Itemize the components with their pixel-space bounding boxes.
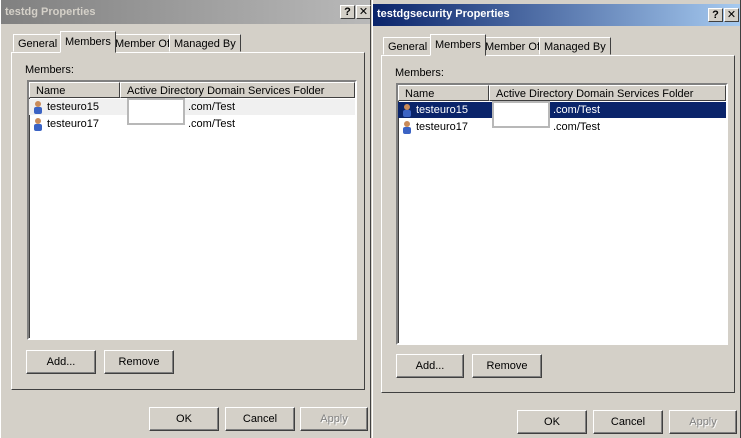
close-icon[interactable]: ✕ <box>724 8 739 22</box>
user-icon <box>403 104 411 117</box>
remove-button[interactable]: Remove <box>104 350 174 374</box>
cancel-button[interactable]: Cancel <box>225 407 295 431</box>
member-folder: .com/Test <box>188 101 236 113</box>
members-list[interactable]: Name Active Directory Domain Services Fo… <box>27 80 357 340</box>
list-body: testeuro15 .com/Test testeuro17 .com/Tes… <box>29 98 355 338</box>
ok-button[interactable]: OK <box>517 410 587 434</box>
title-bar[interactable]: testdg Properties <box>1 0 370 24</box>
help-icon[interactable]: ? <box>340 5 355 19</box>
member-name: testeuro17 <box>416 121 468 133</box>
column-header-name[interactable]: Name <box>29 82 120 98</box>
member-name-cell: testeuro17 <box>398 119 468 135</box>
list-item[interactable]: testeuro17 .com/Test <box>29 116 355 132</box>
tab-member-of[interactable]: Member Of <box>110 34 176 52</box>
list-item[interactable]: testeuro15 .com/Test <box>398 101 726 128</box>
members-label: Members: <box>395 67 444 79</box>
member-name: testeuro15 <box>416 104 468 116</box>
ok-button[interactable]: OK <box>149 407 219 431</box>
members-tab-panel: Members: Name Active Directory Domain Se… <box>11 52 365 390</box>
list-header: Name Active Directory Domain Services Fo… <box>398 85 726 101</box>
members-list[interactable]: Name Active Directory Domain Services Fo… <box>396 83 728 345</box>
column-header-folder[interactable]: Active Directory Domain Services Folder <box>489 85 726 101</box>
member-name-cell: testeuro15 <box>398 102 468 118</box>
tab-members[interactable]: Members <box>430 34 486 56</box>
tab-member-of[interactable]: Member Of <box>480 37 546 55</box>
remove-button[interactable]: Remove <box>472 354 542 378</box>
list-item[interactable]: testeuro17 .com/Test <box>398 119 726 135</box>
user-icon <box>403 121 411 134</box>
tab-general[interactable]: General <box>13 34 63 52</box>
tab-strip: General Members Member Of Managed By <box>13 31 253 53</box>
tab-managed-by[interactable]: Managed By <box>539 37 611 55</box>
help-icon[interactable]: ? <box>708 8 723 22</box>
list-body: testeuro15 .com/Test testeuro17 .com/Tes… <box>398 101 726 343</box>
list-item[interactable]: testeuro15 .com/Test <box>29 98 355 125</box>
member-folder: .com/Test <box>188 118 236 130</box>
member-name: testeuro17 <box>47 118 99 130</box>
testdg-properties-dialog: testdg Properties ? ✕ General Members Me… <box>0 0 371 438</box>
testdgsecurity-properties-dialog: testdgsecurity Properties ? ✕ General Me… <box>372 0 741 438</box>
tab-managed-by[interactable]: Managed By <box>169 34 241 52</box>
window-title: testdgsecurity Properties <box>377 8 510 20</box>
members-label: Members: <box>25 64 74 76</box>
tab-strip: General Members Member Of Managed By <box>383 34 623 56</box>
user-icon <box>34 101 42 114</box>
column-header-name[interactable]: Name <box>398 85 489 101</box>
window-title: testdg Properties <box>5 6 96 18</box>
list-header: Name Active Directory Domain Services Fo… <box>29 82 355 98</box>
column-header-folder[interactable]: Active Directory Domain Services Folder <box>120 82 355 98</box>
cancel-button[interactable]: Cancel <box>593 410 663 434</box>
user-icon <box>34 118 42 131</box>
apply-button[interactable]: Apply <box>300 407 368 431</box>
add-button[interactable]: Add... <box>26 350 96 374</box>
add-button[interactable]: Add... <box>396 354 464 378</box>
apply-button[interactable]: Apply <box>669 410 737 434</box>
title-bar[interactable]: testdgsecurity Properties <box>373 4 740 26</box>
member-name-cell: testeuro17 <box>29 116 99 132</box>
tab-general[interactable]: General <box>383 37 433 55</box>
member-name-cell: testeuro15 <box>29 99 99 115</box>
member-name: testeuro15 <box>47 101 99 113</box>
tab-members[interactable]: Members <box>60 31 116 53</box>
member-folder: .com/Test <box>553 104 601 116</box>
member-folder: .com/Test <box>553 121 601 133</box>
close-icon[interactable]: ✕ <box>356 5 371 19</box>
members-tab-panel: Members: Name Active Directory Domain Se… <box>381 55 735 393</box>
